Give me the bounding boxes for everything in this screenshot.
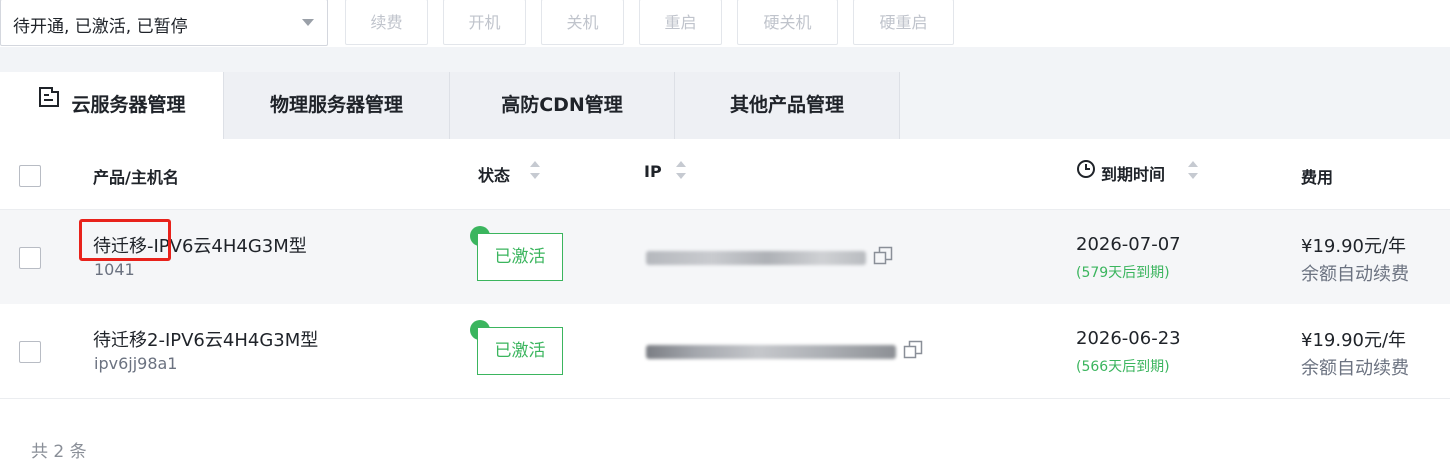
status-sort-icon[interactable] — [530, 159, 540, 183]
annotation-highlight-box — [79, 219, 171, 261]
tab-cloud-server[interactable]: 云服务器管理 — [0, 72, 224, 139]
header-expire: 到期时间 — [1101, 165, 1166, 184]
tab-cdn-label: 高防CDN管理 — [501, 94, 623, 116]
status-badge: 已激活 — [477, 233, 563, 281]
renew-mode: 余额自动续费 — [1301, 264, 1409, 285]
clock-icon — [1076, 159, 1096, 183]
total-count: 共 2 条 — [31, 442, 87, 462]
ip-sort-icon[interactable] — [676, 159, 686, 183]
days-remaining: (579天后到期) — [1076, 265, 1170, 281]
tab-other-products-label: 其他产品管理 — [729, 94, 844, 116]
product-name[interactable]: 待迁移2-IPV6云4H4G3M型 — [93, 326, 318, 352]
table-header-row: 产品/主机名 状态 IP 到期时间 费用 — [0, 139, 1450, 210]
tab-cloud-server-label: 云服务器管理 — [71, 94, 186, 116]
price: ¥19.90元/年 — [1301, 330, 1407, 351]
tab-physical-server[interactable]: 物理服务器管理 — [224, 72, 450, 139]
hostname: ipv6jj98a1 — [94, 354, 178, 373]
server-list-icon — [37, 70, 61, 137]
price: ¥19.90元/年 — [1301, 236, 1407, 257]
renew-mode: 余额自动续费 — [1301, 358, 1409, 379]
copy-icon[interactable] — [903, 340, 923, 360]
toolbar: 待开通, 已激活, 已暂停 续费 开机 关机 重启 硬关机 硬重启 — [0, 0, 1450, 47]
header-ip: IP — [644, 162, 662, 181]
header-fee: 费用 — [1301, 168, 1334, 187]
ip-address-redacted — [646, 345, 896, 359]
table-row[interactable]: 待迁移2-IPV6云4H4G3M型 ipv6jj98a1 已激活 2026-06… — [0, 304, 1450, 399]
tab-physical-server-label: 物理服务器管理 — [269, 94, 403, 116]
copy-icon[interactable] — [873, 246, 893, 266]
table-row[interactable]: 待迁移-IPV6云4H4G3M型 1041 已激活 2026-07-07 (57… — [0, 210, 1450, 305]
status-filter-select[interactable]: 待开通, 已激活, 已暂停 — [0, 0, 328, 46]
header-product: 产品/主机名 — [93, 168, 179, 187]
power-on-button[interactable]: 开机 — [443, 0, 526, 45]
header-status: 状态 — [478, 166, 511, 185]
status-filter-value: 待开通, 已激活, 已暂停 — [13, 17, 188, 37]
tab-cdn[interactable]: 高防CDN管理 — [450, 72, 675, 139]
restart-button[interactable]: 重启 — [639, 0, 722, 45]
row-checkbox[interactable] — [19, 247, 41, 269]
hard-restart-button[interactable]: 硬重启 — [853, 0, 954, 45]
tab-other-products[interactable]: 其他产品管理 — [675, 72, 900, 139]
chevron-down-icon — [302, 19, 314, 26]
expire-date: 2026-07-07 — [1076, 234, 1181, 255]
ip-address-redacted — [646, 251, 866, 265]
renew-button[interactable]: 续费 — [345, 0, 428, 45]
expire-sort-icon[interactable] — [1188, 159, 1198, 183]
status-badge: 已激活 — [477, 327, 563, 375]
power-off-button[interactable]: 关机 — [541, 0, 624, 45]
hostname: 1041 — [94, 260, 135, 279]
days-remaining: (566天后到期) — [1076, 359, 1170, 375]
hard-power-off-button[interactable]: 硬关机 — [737, 0, 838, 45]
select-all-checkbox[interactable] — [19, 165, 41, 187]
expire-date: 2026-06-23 — [1076, 328, 1181, 349]
row-checkbox[interactable] — [19, 341, 41, 363]
